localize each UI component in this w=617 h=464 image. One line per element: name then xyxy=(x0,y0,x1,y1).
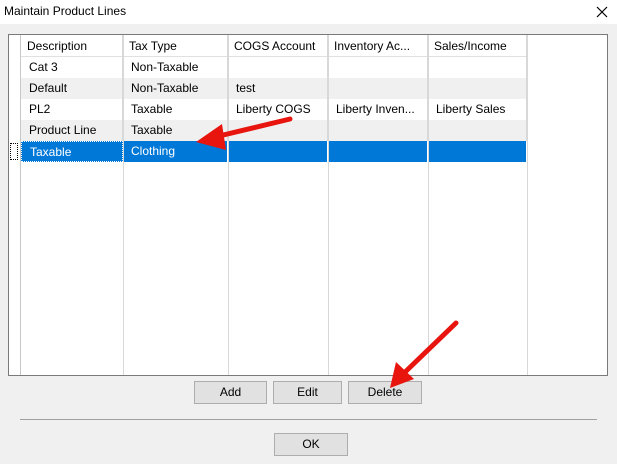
column-divider xyxy=(527,35,528,375)
row-selector[interactable] xyxy=(9,120,21,141)
column-header-cogs-account[interactable]: COGS Account xyxy=(228,35,328,57)
column-header-description[interactable]: Description xyxy=(21,35,123,57)
separator xyxy=(20,419,597,420)
close-button[interactable] xyxy=(587,0,617,24)
close-icon xyxy=(596,6,608,18)
row-selector[interactable] xyxy=(9,57,21,78)
cell-cogs-account[interactable]: Liberty COGS xyxy=(228,99,328,120)
cell-cogs-account[interactable] xyxy=(228,120,328,141)
grid-header: Description Tax Type COGS Account Invent… xyxy=(21,35,527,57)
row-selector[interactable] xyxy=(9,78,21,99)
edit-button[interactable]: Edit xyxy=(273,381,342,404)
cell-sales-income[interactable] xyxy=(428,141,527,162)
cell-description[interactable]: Taxable xyxy=(21,141,123,162)
cell-inventory-account[interactable] xyxy=(328,78,428,99)
cell-cogs-account[interactable] xyxy=(228,57,328,78)
column-header-tax-type[interactable]: Tax Type xyxy=(123,35,228,57)
cell-description[interactable]: Cat 3 xyxy=(21,57,123,78)
cell-inventory-account[interactable] xyxy=(328,120,428,141)
cell-description[interactable]: Product Line xyxy=(21,120,123,141)
cell-tax-type[interactable]: Non-Taxable xyxy=(123,57,228,78)
window-title: Maintain Product Lines xyxy=(4,4,127,18)
column-divider xyxy=(228,35,229,375)
table-row[interactable]: Default Non-Taxable test xyxy=(9,78,607,99)
table-row[interactable]: Product Line Taxable xyxy=(9,120,607,141)
column-divider xyxy=(328,35,329,375)
cell-inventory-account[interactable] xyxy=(328,57,428,78)
current-row-indicator xyxy=(10,143,18,160)
table-row[interactable]: PL2 Taxable Liberty COGS Liberty Inven..… xyxy=(9,99,607,120)
column-header-sales-income[interactable]: Sales/Income xyxy=(428,35,527,57)
cell-description[interactable]: Default xyxy=(21,78,123,99)
add-button[interactable]: Add xyxy=(194,381,267,404)
cell-inventory-account[interactable]: Liberty Inven... xyxy=(328,99,428,120)
column-header-inventory-account[interactable]: Inventory Ac... xyxy=(328,35,428,57)
table-row[interactable]: Cat 3 Non-Taxable xyxy=(9,57,607,78)
cell-sales-income[interactable] xyxy=(428,120,527,141)
cell-tax-type[interactable]: Non-Taxable xyxy=(123,78,228,99)
product-lines-grid[interactable]: Description Tax Type COGS Account Invent… xyxy=(8,34,608,376)
column-divider xyxy=(428,35,429,375)
column-divider xyxy=(123,35,124,375)
maintain-product-lines-dialog: Maintain Product Lines Description Tax T… xyxy=(0,0,617,464)
row-selector[interactable] xyxy=(9,99,21,120)
delete-button[interactable]: Delete xyxy=(348,381,422,404)
cell-inventory-account[interactable] xyxy=(328,141,428,162)
cell-description[interactable]: PL2 xyxy=(21,99,123,120)
cell-sales-income[interactable] xyxy=(428,57,527,78)
grid-rows: Cat 3 Non-Taxable Default Non-Taxable te… xyxy=(9,57,607,162)
cell-sales-income[interactable]: Liberty Sales xyxy=(428,99,527,120)
ok-button[interactable]: OK xyxy=(274,433,348,456)
cell-cogs-account[interactable]: test xyxy=(228,78,328,99)
cell-tax-type[interactable]: Clothing xyxy=(123,141,228,162)
cell-sales-income[interactable] xyxy=(428,78,527,99)
table-row-selected[interactable]: Taxable Clothing xyxy=(9,141,607,162)
cell-tax-type[interactable]: Taxable xyxy=(123,99,228,120)
cell-cogs-account[interactable] xyxy=(228,141,328,162)
row-selector[interactable] xyxy=(9,141,21,162)
cell-tax-type[interactable]: Taxable xyxy=(123,120,228,141)
title-bar: Maintain Product Lines xyxy=(0,0,617,24)
